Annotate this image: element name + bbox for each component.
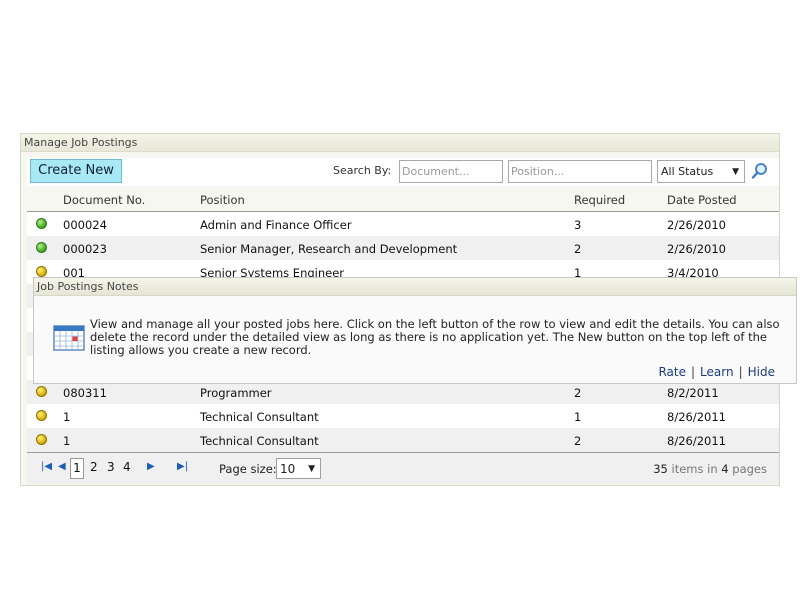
status-yellow-button[interactable] [36, 434, 47, 445]
header-document-no[interactable]: Document No. [63, 193, 145, 207]
cell-required: 2 [574, 242, 582, 256]
create-new-button[interactable]: Create New [30, 159, 122, 183]
status-green-button[interactable] [36, 242, 47, 253]
status-select[interactable]: All Status ▼ [657, 160, 745, 183]
pages-count: 4 [721, 462, 729, 476]
pager-summary: 35 items in 4 pages [653, 462, 767, 476]
job-postings-notes-popup: Job Postings Notes View and manage all y… [33, 277, 797, 384]
next-page-icon[interactable]: ▶ [147, 461, 155, 472]
cell-date: 8/26/2011 [667, 410, 726, 424]
header-date-posted[interactable]: Date Posted [667, 193, 737, 207]
header-required[interactable]: Required [574, 193, 625, 207]
rate-link[interactable]: Rate [653, 365, 691, 379]
status-yellow-button[interactable] [36, 410, 47, 421]
page-number-current[interactable]: 1 [70, 458, 84, 479]
table-row: 1 Technical Consultant 1 8/26/2011 [27, 404, 779, 428]
status-yellow-button[interactable] [36, 266, 47, 277]
table-row: 1 Technical Consultant 2 8/26/2011 [27, 428, 779, 452]
page-size-select[interactable]: 10 ▼ [276, 458, 321, 479]
cell-position: Admin and Finance Officer [200, 218, 352, 232]
cell-date: 2/26/2010 [667, 218, 726, 232]
toolbar: Create New Search By: All Status ▼ [27, 158, 779, 186]
status-yellow-button[interactable] [36, 386, 47, 397]
cell-required: 3 [574, 218, 582, 232]
cell-date: 2/26/2010 [667, 242, 726, 256]
magnifier-icon[interactable] [751, 162, 769, 180]
pager: |◀ ◀ 1 2 3 4 ▶ ▶| Page size: 10 ▼ 35 ite… [27, 452, 779, 484]
cell-required: 2 [574, 434, 582, 448]
cell-position: Programmer [200, 386, 272, 400]
cell-position: Technical Consultant [200, 434, 319, 448]
cell-document: 000023 [63, 242, 107, 256]
cell-document: 000024 [63, 218, 107, 232]
pages-word: pages [728, 462, 767, 476]
items-count: 35 [653, 462, 668, 476]
notes-links: Rate | Learn | Hide [653, 365, 780, 379]
cell-position: Technical Consultant [200, 410, 319, 424]
prev-page-icon[interactable]: ◀ [58, 461, 66, 472]
notes-text: View and manage all your posted jobs her… [90, 317, 780, 357]
document-search-input[interactable] [399, 160, 503, 183]
page-number[interactable]: 2 [90, 460, 98, 474]
cell-position: Senior Manager, Research and Development [200, 242, 458, 256]
cell-document: 1 [63, 434, 71, 448]
page-size-label: Page size: [219, 462, 277, 476]
table-header: Document No. Position Required Date Post… [27, 189, 779, 212]
status-green-button[interactable] [36, 218, 47, 229]
table-row: 000024 Admin and Finance Officer 3 2/26/… [27, 212, 779, 236]
cell-required: 1 [574, 410, 582, 424]
page-number[interactable]: 4 [123, 460, 131, 474]
panel-title: Manage Job Postings [21, 134, 779, 152]
first-page-icon[interactable]: |◀ [41, 461, 52, 472]
position-search-input[interactable] [508, 160, 652, 183]
table-row: 000023 Senior Manager, Research and Deve… [27, 236, 779, 260]
search-by-label: Search By: [333, 164, 392, 177]
learn-link[interactable]: Learn [695, 365, 739, 379]
cell-document: 080311 [63, 386, 107, 400]
cell-date: 8/2/2011 [667, 386, 719, 400]
cell-date: 8/26/2011 [667, 434, 726, 448]
notes-title: Job Postings Notes [34, 278, 796, 296]
chevron-down-icon: ▼ [308, 464, 315, 474]
header-position[interactable]: Position [200, 193, 245, 207]
page-size-value: 10 [280, 462, 296, 476]
status-select-value: All Status [661, 165, 714, 178]
cell-required: 2 [574, 386, 582, 400]
chevron-down-icon: ▼ [732, 167, 739, 177]
calendar-icon [53, 325, 85, 351]
page-number[interactable]: 3 [107, 460, 115, 474]
cell-document: 1 [63, 410, 71, 424]
items-word: items in [667, 462, 722, 476]
last-page-icon[interactable]: ▶| [177, 461, 188, 472]
hide-link[interactable]: Hide [743, 365, 780, 379]
